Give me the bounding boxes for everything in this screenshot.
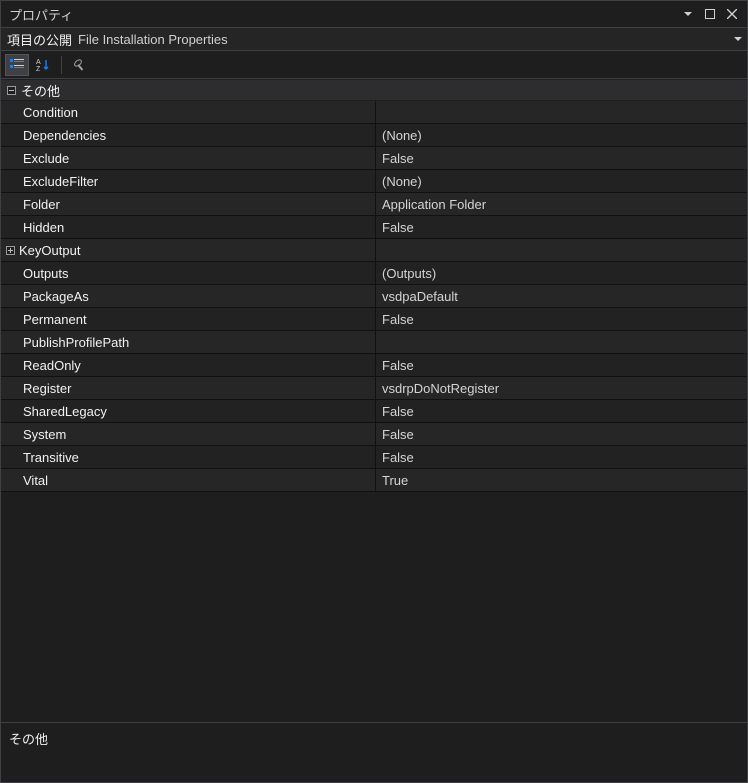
property-row[interactable]: Condition — [1, 101, 747, 124]
property-value[interactable]: False — [376, 400, 747, 422]
property-row[interactable]: ReadOnlyFalse — [1, 354, 747, 377]
property-name: Outputs — [19, 262, 376, 284]
property-name: Exclude — [19, 147, 376, 169]
property-gutter — [1, 216, 19, 238]
property-gutter — [1, 170, 19, 192]
property-row[interactable]: ExcludeFalse — [1, 147, 747, 170]
property-value[interactable]: False — [376, 354, 747, 376]
property-value[interactable]: False — [376, 308, 747, 330]
property-name: SharedLegacy — [19, 400, 376, 422]
property-row[interactable]: Dependencies(None) — [1, 124, 747, 147]
property-name: ExcludeFilter — [19, 170, 376, 192]
property-gutter — [1, 400, 19, 422]
property-gutter — [1, 101, 19, 123]
property-row[interactable]: KeyOutput — [1, 239, 747, 262]
category-row[interactable]: その他 — [1, 79, 747, 101]
property-value[interactable] — [376, 101, 747, 123]
property-value[interactable]: True — [376, 469, 747, 491]
property-gutter — [1, 239, 19, 261]
property-gutter — [1, 193, 19, 215]
property-value[interactable]: (None) — [376, 124, 747, 146]
titlebar: プロパティ — [1, 1, 747, 27]
property-name: Transitive — [19, 446, 376, 468]
property-name: Permanent — [19, 308, 376, 330]
property-name: System — [19, 423, 376, 445]
property-value[interactable]: False — [376, 216, 747, 238]
category-label: その他 — [21, 81, 60, 100]
property-value[interactable]: False — [376, 423, 747, 445]
property-grid[interactable]: その他ConditionDependencies(None)ExcludeFal… — [1, 79, 747, 722]
property-pages-button[interactable] — [68, 54, 92, 76]
property-row[interactable]: FolderApplication Folder — [1, 193, 747, 216]
property-row[interactable]: RegistervsdrpDoNotRegister — [1, 377, 747, 400]
property-value[interactable]: vsdrpDoNotRegister — [376, 377, 747, 399]
property-name: Hidden — [19, 216, 376, 238]
property-row[interactable]: PermanentFalse — [1, 308, 747, 331]
description-pane: その他 — [1, 722, 747, 782]
close-button[interactable] — [721, 5, 743, 23]
property-gutter — [1, 354, 19, 376]
alphabetical-view-button[interactable]: A Z — [31, 54, 55, 76]
svg-text:Z: Z — [36, 66, 41, 73]
property-gutter — [1, 147, 19, 169]
property-name: Condition — [19, 101, 376, 123]
categorized-view-button[interactable] — [5, 54, 29, 76]
maximize-button[interactable] — [699, 5, 721, 23]
property-row[interactable]: SystemFalse — [1, 423, 747, 446]
description-title: その他 — [9, 729, 739, 748]
property-row[interactable]: TransitiveFalse — [1, 446, 747, 469]
property-name: KeyOutput — [19, 239, 376, 261]
property-row[interactable]: ExcludeFilter(None) — [1, 170, 747, 193]
property-value[interactable]: False — [376, 147, 747, 169]
object-dropdown[interactable] — [729, 37, 747, 41]
property-gutter — [1, 308, 19, 330]
property-gutter — [1, 262, 19, 284]
property-gutter — [1, 331, 19, 353]
property-value[interactable]: (Outputs) — [376, 262, 747, 284]
property-name: PublishProfilePath — [19, 331, 376, 353]
property-value[interactable]: False — [376, 446, 747, 468]
object-type: File Installation Properties — [72, 32, 228, 47]
titlebar-controls — [677, 5, 743, 23]
property-gutter — [1, 469, 19, 491]
collapse-icon[interactable] — [3, 82, 19, 98]
svg-text:A: A — [36, 59, 41, 66]
property-row[interactable]: VitalTrue — [1, 469, 747, 492]
object-name: 項目の公開 — [1, 30, 72, 49]
property-name: Dependencies — [19, 124, 376, 146]
property-gutter — [1, 446, 19, 468]
property-row[interactable]: PublishProfilePath — [1, 331, 747, 354]
property-name: Register — [19, 377, 376, 399]
expand-icon[interactable] — [3, 242, 17, 258]
property-name: Folder — [19, 193, 376, 215]
property-row[interactable]: Outputs(Outputs) — [1, 262, 747, 285]
property-name: ReadOnly — [19, 354, 376, 376]
property-toolbar: A Z — [1, 51, 747, 79]
property-gutter — [1, 124, 19, 146]
property-value[interactable]: (None) — [376, 170, 747, 192]
property-row[interactable]: HiddenFalse — [1, 216, 747, 239]
property-row[interactable]: SharedLegacyFalse — [1, 400, 747, 423]
property-gutter — [1, 377, 19, 399]
panel-title: プロパティ — [5, 5, 677, 24]
window-menu-button[interactable] — [677, 5, 699, 23]
toolbar-separator — [61, 56, 62, 74]
property-value[interactable] — [376, 331, 747, 353]
property-gutter — [1, 423, 19, 445]
property-name: PackageAs — [19, 285, 376, 307]
property-row[interactable]: PackageAsvsdpaDefault — [1, 285, 747, 308]
property-value[interactable]: Application Folder — [376, 193, 747, 215]
object-selector[interactable]: 項目の公開 File Installation Properties — [1, 27, 747, 51]
property-value[interactable] — [376, 239, 747, 261]
property-name: Vital — [19, 469, 376, 491]
property-value[interactable]: vsdpaDefault — [376, 285, 747, 307]
property-gutter — [1, 285, 19, 307]
